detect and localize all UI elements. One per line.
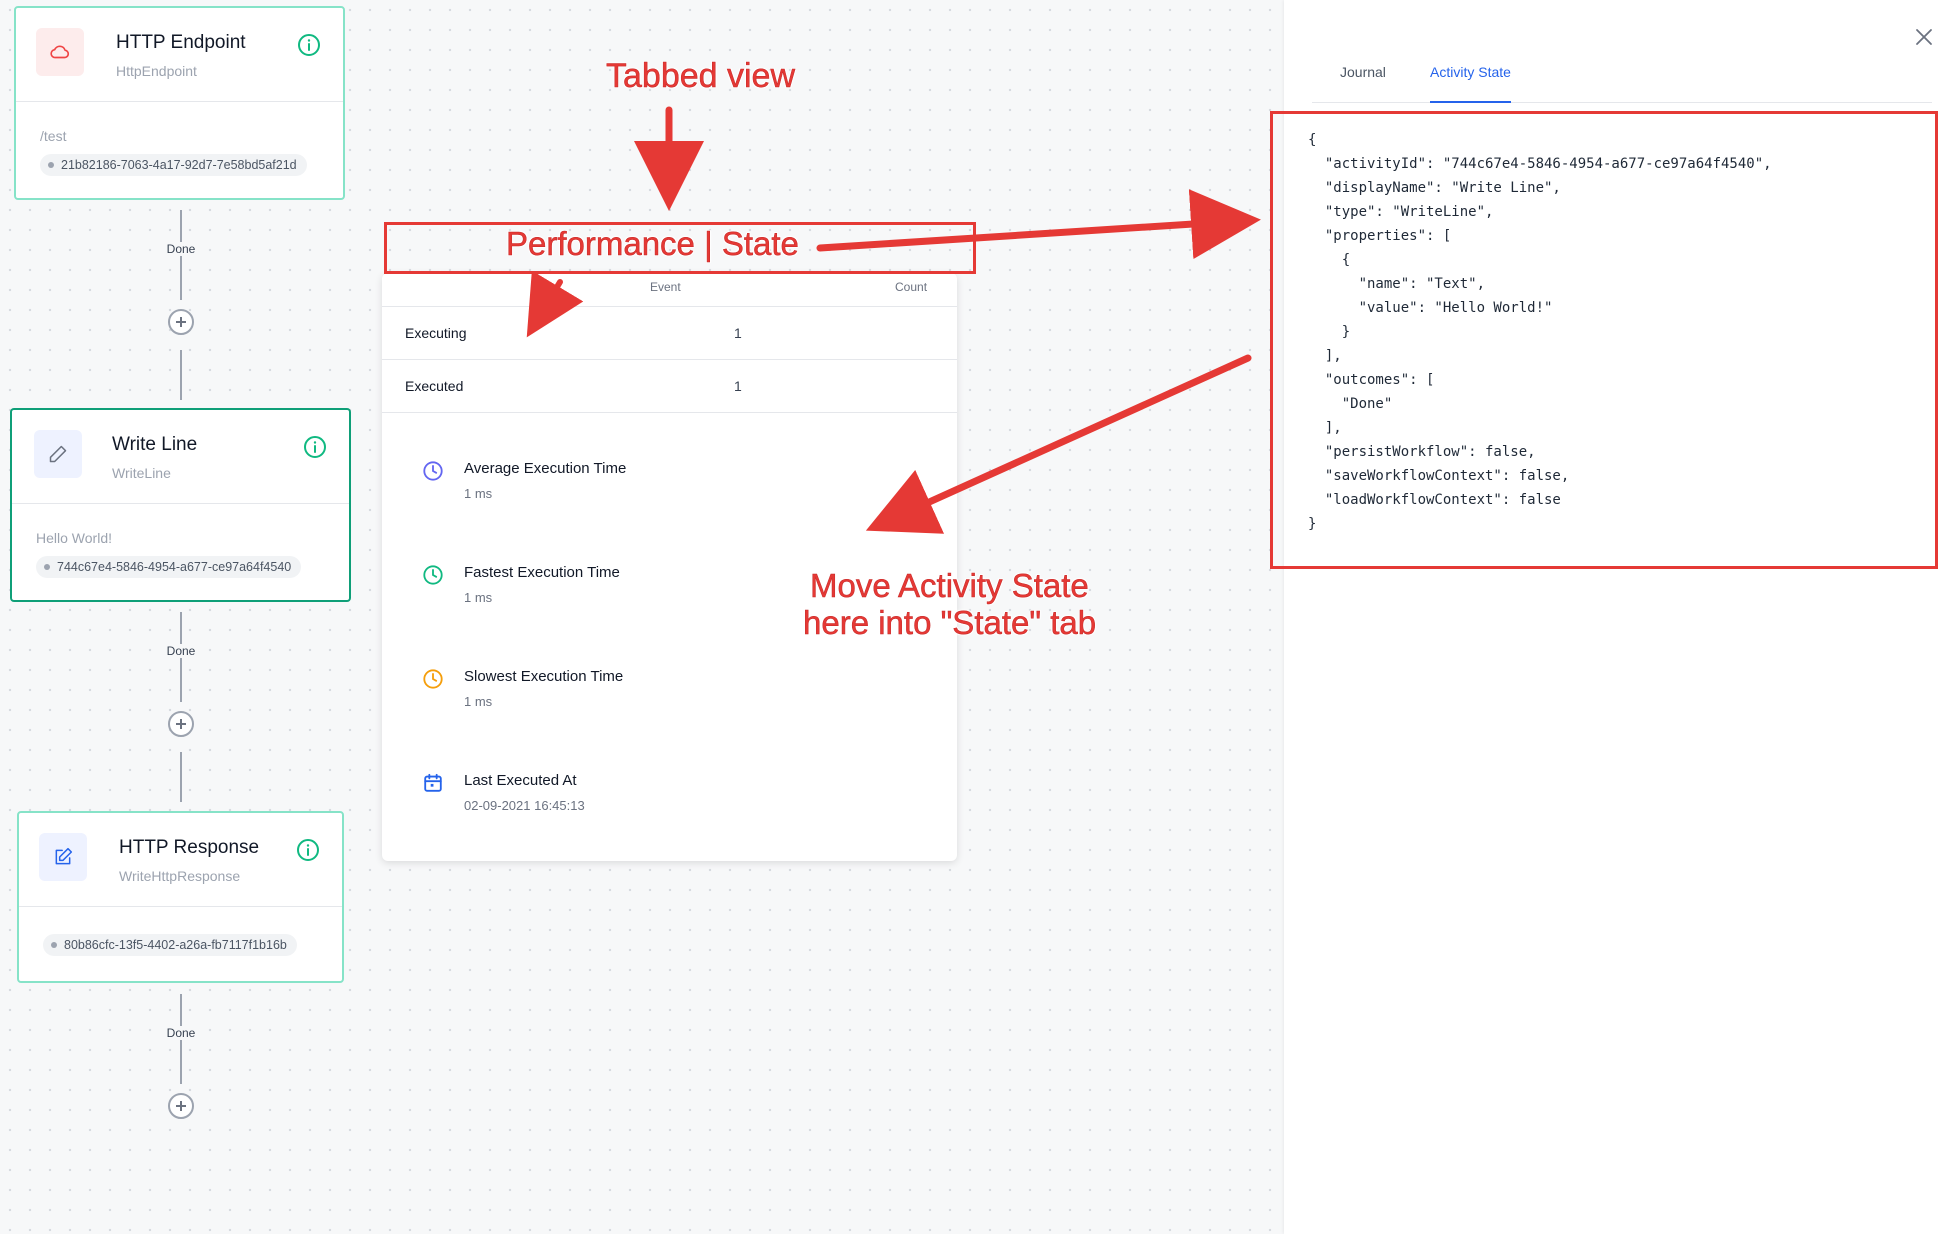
annotation-move-state-line1: Move Activity State (810, 567, 1089, 604)
arrow-to-state-json (816, 189, 1261, 260)
arrow-move-state (865, 354, 1252, 534)
annotation-performance-state: Performance | State (506, 225, 799, 262)
arrow-to-event-row (526, 270, 584, 338)
annotation-tabbed-view: Tabbed view (606, 57, 796, 95)
annotation-move-state-line2: here into "State" tab (803, 604, 1097, 641)
